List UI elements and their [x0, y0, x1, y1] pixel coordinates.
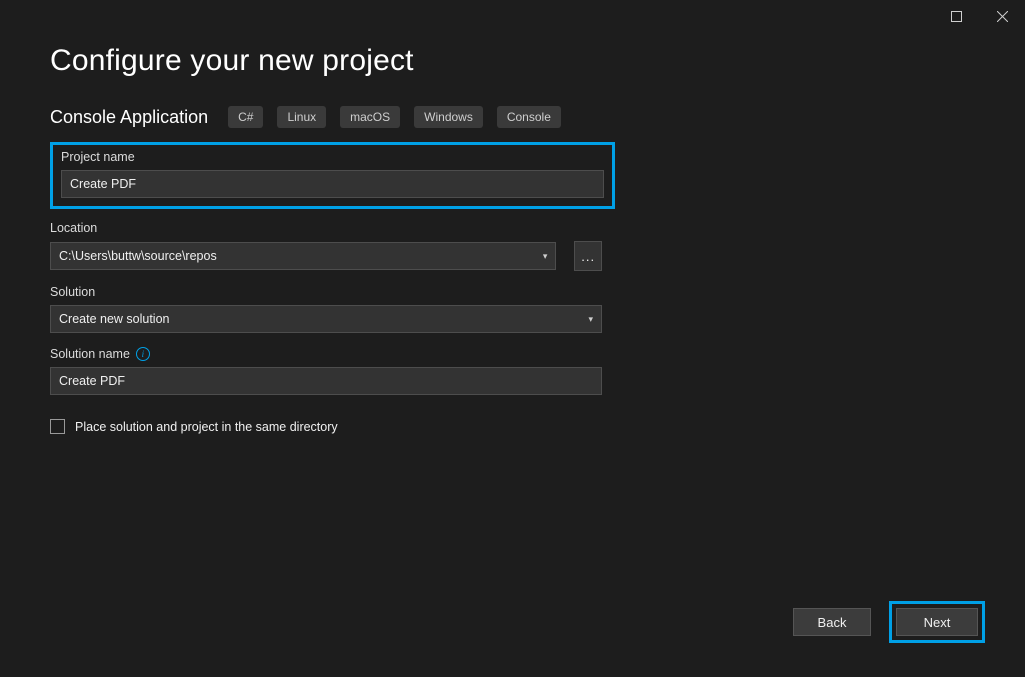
solution-name-label: Solution name	[50, 347, 130, 361]
chevron-down-icon: ▾	[588, 314, 593, 325]
location-label: Location	[50, 221, 602, 235]
maximize-icon	[951, 11, 962, 22]
template-tag: Linux	[277, 106, 326, 128]
solution-label: Solution	[50, 285, 602, 299]
template-tag: Windows	[414, 106, 483, 128]
same-directory-checkbox[interactable]	[50, 419, 65, 434]
browse-location-button[interactable]: ...	[574, 241, 602, 271]
solution-dropdown[interactable]: Create new solution ▾	[50, 305, 602, 333]
location-dropdown[interactable]: C:\Users\buttw\source\repos ▾	[50, 242, 556, 270]
solution-name-input[interactable]	[50, 367, 602, 395]
template-tag: C#	[228, 106, 263, 128]
close-icon	[997, 11, 1008, 22]
project-name-input[interactable]	[61, 170, 604, 198]
window-maximize-button[interactable]	[933, 0, 979, 32]
project-name-highlight: Project name	[50, 142, 615, 209]
window-close-button[interactable]	[979, 0, 1025, 32]
solution-value: Create new solution	[59, 312, 169, 326]
same-directory-label: Place solution and project in the same d…	[75, 420, 338, 434]
next-button-highlight: Next	[889, 601, 985, 643]
project-name-label: Project name	[61, 150, 604, 164]
location-value: C:\Users\buttw\source\repos	[59, 249, 217, 263]
chevron-down-icon: ▾	[543, 251, 548, 262]
page-title: Configure your new project	[50, 44, 985, 78]
template-tag: Console	[497, 106, 561, 128]
template-name: Console Application	[50, 107, 208, 128]
next-button[interactable]: Next	[896, 608, 978, 636]
back-button[interactable]: Back	[793, 608, 871, 636]
template-info-row: Console Application C# Linux macOS Windo…	[50, 106, 985, 128]
template-tag: macOS	[340, 106, 400, 128]
info-icon[interactable]: i	[136, 347, 150, 361]
